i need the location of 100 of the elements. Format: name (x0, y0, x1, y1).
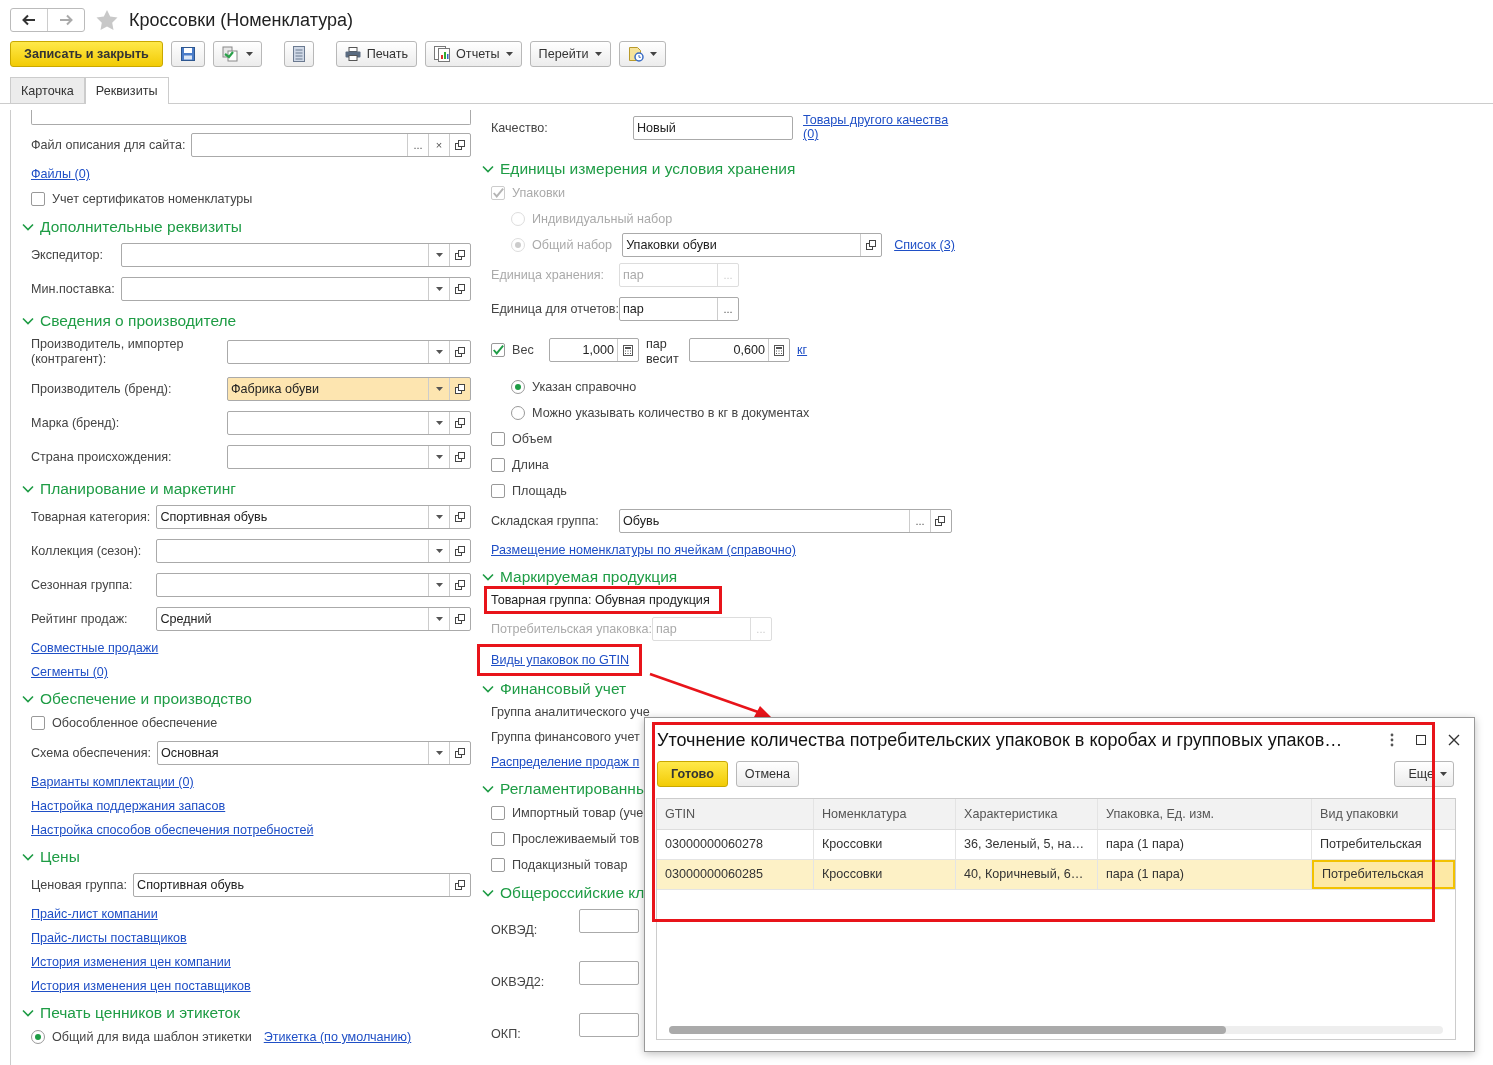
maximize-icon[interactable] (1416, 735, 1426, 745)
table-cell: 03000000060278 (657, 830, 814, 859)
input-field[interactable]: Спортивная обувь (133, 873, 471, 897)
input-field[interactable] (156, 539, 471, 563)
link[interactable]: Виды упаковок по GTIN (477, 644, 643, 676)
link[interactable]: Размещение номенклатуры по ячейкам (справочно) (491, 543, 796, 557)
toolbar-button[interactable]: Отчеты (425, 41, 522, 67)
field-label: Файл описания для сайта: (31, 137, 186, 153)
clear-button[interactable]: × (428, 134, 449, 156)
choice-button[interactable]: ... (716, 298, 738, 320)
column-header[interactable]: Упаковка, Ед. изм. (1098, 799, 1312, 829)
section-toggle[interactable]: Сведения о производителе (22, 311, 471, 331)
dialog-button[interactable]: Отмена (735, 761, 800, 787)
input-field[interactable] (120, 277, 471, 301)
tab[interactable]: Карточка (10, 77, 85, 103)
input-field[interactable]: Новый (633, 116, 793, 140)
chevron-icon (22, 317, 34, 325)
input-field[interactable] (227, 340, 471, 364)
open-window-icon (454, 346, 466, 358)
checkbox[interactable] (491, 858, 505, 872)
input-field[interactable] (579, 1013, 639, 1037)
section-toggle[interactable]: Цены (22, 847, 471, 867)
checkbox[interactable] (491, 458, 505, 472)
toolbar-button[interactable]: Печать (335, 41, 418, 67)
chevron-icon (482, 889, 494, 897)
table-cell: Кроссовки (814, 830, 956, 859)
input-field[interactable]: Основная (157, 741, 471, 765)
input-field[interactable] (579, 909, 639, 933)
input-field[interactable] (156, 573, 471, 597)
input-field[interactable]: Фабрика обуви (227, 377, 471, 401)
save-and-close-button[interactable]: Записать и закрыть (10, 41, 163, 67)
input-field[interactable] (227, 445, 471, 469)
column-header[interactable]: Вид упаковки (1312, 799, 1455, 829)
column-header[interactable]: Номенклатура (814, 799, 956, 829)
section-toggle[interactable]: Финансовый учет (482, 679, 971, 699)
section-toggle[interactable]: Единицы измерения и условия хранения (482, 159, 971, 179)
dialog-button[interactable]: Готово (657, 761, 728, 787)
field-label: Схема обеспечения: (31, 745, 152, 761)
link[interactable]: Файлы (0) (31, 167, 90, 181)
input-field[interactable]: ... × (191, 133, 471, 157)
link[interactable]: Прайс-лист компании (31, 907, 158, 921)
checkbox[interactable] (491, 343, 505, 357)
caret-icon (435, 515, 443, 519)
star-icon[interactable] (95, 9, 119, 31)
section-toggle[interactable]: Дополнительные реквизиты (22, 217, 471, 237)
tab[interactable]: Реквизиты (84, 77, 169, 104)
save-button[interactable] (170, 41, 205, 67)
copy-button[interactable] (212, 41, 262, 67)
checkbox[interactable] (31, 716, 45, 730)
link[interactable]: Совместные продажи (31, 641, 159, 655)
unit-link[interactable]: кг (797, 343, 808, 357)
link[interactable]: Распределение продаж п (491, 755, 640, 769)
column-header[interactable]: GTIN (657, 799, 814, 829)
input-field[interactable]: Обувь ... (618, 509, 952, 533)
input-field[interactable] (227, 411, 471, 435)
number-field[interactable]: 1,000 (549, 338, 639, 362)
link[interactable]: Товары другого качества (0) (803, 113, 958, 141)
choice-button[interactable]: ... (407, 134, 428, 156)
input-field[interactable]: Средний (156, 607, 471, 631)
number-field[interactable]: 0,600 (689, 338, 790, 362)
section-toggle[interactable]: Печать ценников и этикеток (22, 1003, 471, 1023)
radio-label: Указан справочно (532, 380, 637, 394)
toolbar-button[interactable]: Перейти (529, 41, 611, 67)
section-toggle[interactable]: Планирование и маркетинг (22, 479, 471, 499)
table-row[interactable]: 03000000060285 Кроссовки 40, Коричневый, 6… пара (1 пара) Потребительская (657, 860, 1455, 890)
section-toggle[interactable]: Маркируемая продукция (482, 567, 971, 587)
checkbox[interactable] (491, 432, 505, 446)
link[interactable]: Сегменты (0) (31, 665, 109, 679)
calculator-icon (774, 344, 784, 356)
link[interactable]: История изменения цен компании (31, 955, 231, 969)
caret-icon (435, 583, 443, 587)
open-window-icon (454, 283, 466, 295)
calculator-icon (623, 344, 633, 356)
checkbox[interactable] (31, 192, 45, 206)
table-cell: Потребительская (1312, 860, 1455, 889)
link[interactable]: Варианты комплектации (0) (31, 775, 194, 789)
link[interactable]: История изменения цен поставщиков (31, 979, 251, 993)
choice-button[interactable]: ... (908, 510, 930, 532)
link[interactable]: Прайс-листы поставщиков (31, 931, 187, 945)
checkbox[interactable] (491, 806, 505, 820)
column-header[interactable]: Характеристика (956, 799, 1098, 829)
list-button[interactable] (283, 41, 314, 67)
input-field[interactable] (120, 243, 471, 267)
link[interactable]: Этикетка (по умолчанию) (263, 1030, 412, 1044)
close-icon[interactable] (1448, 734, 1460, 746)
open-window-icon (454, 417, 466, 429)
input-field[interactable]: пар ... (618, 297, 739, 321)
input-field[interactable]: Спортивная обувь (156, 505, 471, 529)
link[interactable]: Настройка поддержания запасов (31, 799, 226, 813)
link[interactable]: Настройка способов обеспечения потребностей (31, 823, 314, 837)
unit-text: пар весит (646, 337, 680, 367)
checkbox[interactable] (491, 484, 505, 498)
copy-documents-icon (221, 46, 240, 62)
horizontal-scrollbar[interactable] (669, 1026, 1443, 1034)
checkbox[interactable] (491, 832, 505, 846)
caret-icon (435, 421, 443, 425)
input-field[interactable] (579, 961, 639, 985)
more-options-icon[interactable] (1390, 733, 1394, 747)
text-area[interactable] (31, 110, 471, 125)
section-toggle[interactable]: Обеспечение и производство (22, 689, 471, 709)
